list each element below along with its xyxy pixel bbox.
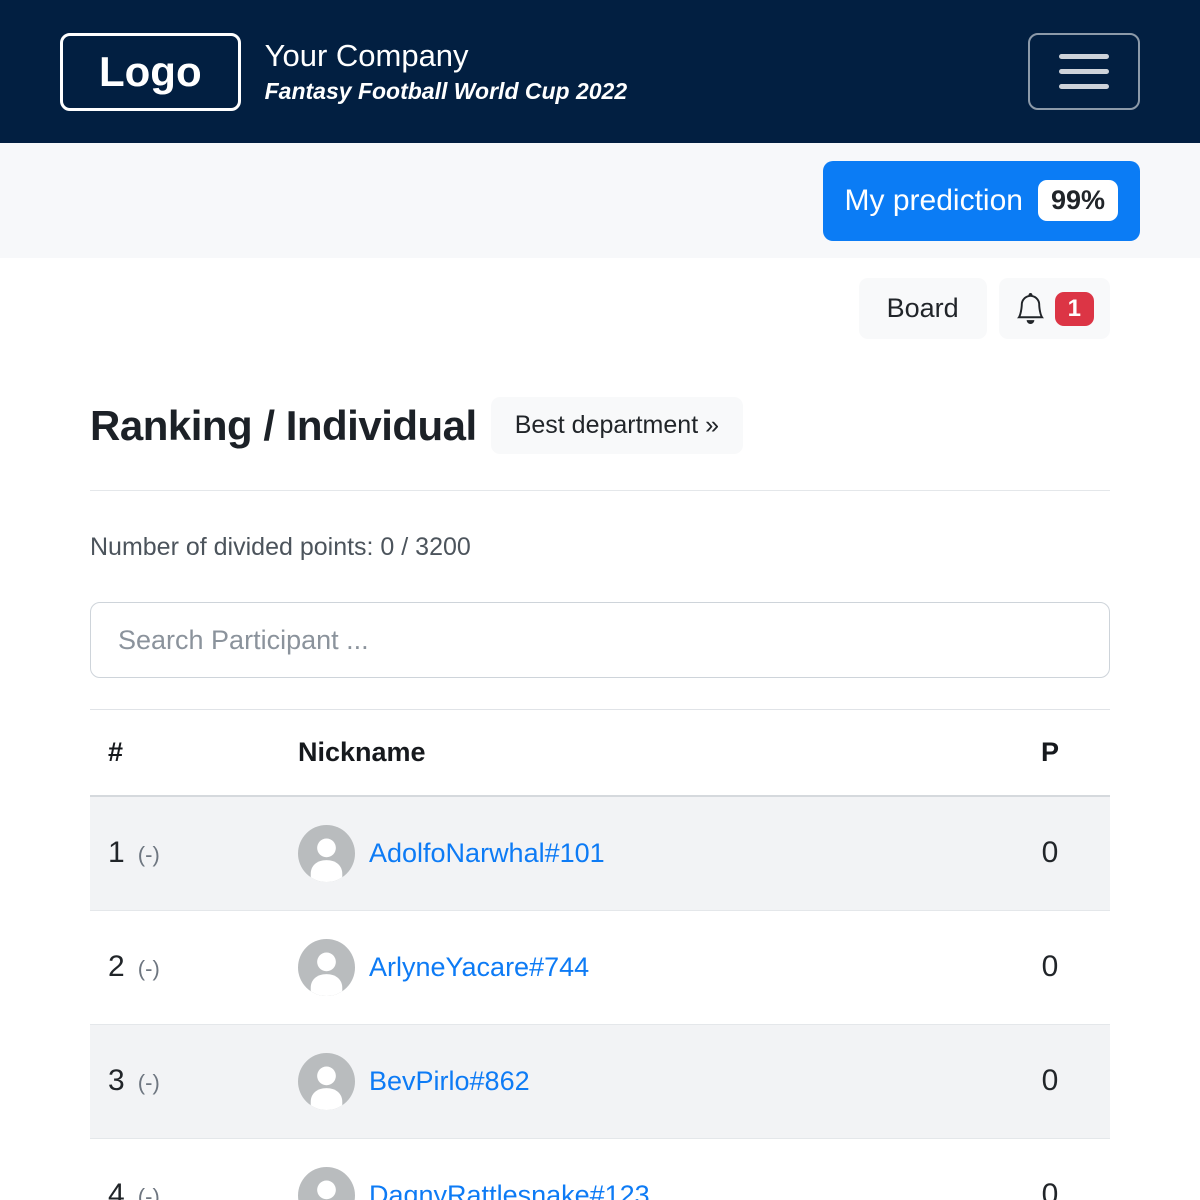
main-content: Board 1 Ranking / Individual Best depart… bbox=[0, 278, 1200, 1200]
app-subtitle: Fantasy Football World Cup 2022 bbox=[265, 79, 628, 104]
points-value: 0 bbox=[990, 910, 1110, 1024]
notification-count-badge: 1 bbox=[1055, 292, 1094, 326]
table-header-row: # Nickname P bbox=[90, 710, 1110, 797]
participant-link[interactable]: ArlyneYacare#744 bbox=[369, 952, 589, 983]
search-input[interactable] bbox=[90, 602, 1110, 678]
toolbar: Board 1 bbox=[90, 278, 1110, 339]
page-title: Ranking / Individual bbox=[90, 402, 477, 450]
subheader-strip: My prediction 99% bbox=[0, 143, 1200, 258]
points-column-header: P bbox=[990, 710, 1110, 797]
board-button[interactable]: Board bbox=[859, 278, 987, 339]
rank-trend: (-) bbox=[132, 956, 160, 981]
rank-column-header: # bbox=[90, 710, 290, 797]
points-value: 0 bbox=[990, 1024, 1110, 1138]
hamburger-icon bbox=[1059, 54, 1109, 59]
rank-number: 2 bbox=[108, 950, 125, 983]
brand-block: Your Company Fantasy Football World Cup … bbox=[265, 39, 628, 104]
company-logo: Logo bbox=[60, 33, 241, 111]
my-prediction-button[interactable]: My prediction 99% bbox=[823, 161, 1140, 241]
table-row: 3 (-) BevPirlo#862 0 bbox=[90, 1024, 1110, 1138]
rank-number: 3 bbox=[108, 1064, 125, 1097]
rank-number: 1 bbox=[108, 836, 125, 869]
bell-icon bbox=[1015, 293, 1046, 324]
best-department-button[interactable]: Best department » bbox=[491, 397, 743, 454]
table-row: 4 (-) DagnyRattlesnake#123 0 bbox=[90, 1138, 1110, 1200]
divider bbox=[90, 490, 1110, 491]
rank-trend: (-) bbox=[132, 1070, 160, 1095]
ranking-table: # Nickname P 1 (-) bbox=[90, 709, 1110, 1200]
avatar-icon bbox=[298, 1167, 355, 1200]
points-value: 0 bbox=[990, 796, 1110, 910]
title-row: Ranking / Individual Best department » bbox=[90, 397, 1110, 454]
participant-link[interactable]: DagnyRattlesnake#123 bbox=[369, 1180, 650, 1200]
nickname-column-header: Nickname bbox=[290, 710, 990, 797]
top-navbar: Logo Your Company Fantasy Football World… bbox=[0, 0, 1200, 143]
prediction-progress-badge: 99% bbox=[1038, 180, 1118, 221]
avatar-icon bbox=[298, 825, 355, 882]
points-summary: Number of divided points: 0 / 3200 bbox=[90, 533, 1110, 562]
participant-link[interactable]: AdolfoNarwhal#101 bbox=[369, 838, 605, 869]
company-name: Your Company bbox=[265, 39, 628, 73]
avatar-icon bbox=[298, 939, 355, 996]
rank-number: 4 bbox=[108, 1178, 125, 1200]
my-prediction-label: My prediction bbox=[845, 184, 1023, 218]
points-value: 0 bbox=[990, 1138, 1110, 1200]
table-row: 2 (-) ArlyneYacare#744 0 bbox=[90, 910, 1110, 1024]
notifications-button[interactable]: 1 bbox=[999, 278, 1110, 339]
rank-trend: (-) bbox=[132, 842, 160, 867]
avatar-icon bbox=[298, 1053, 355, 1110]
rank-trend: (-) bbox=[132, 1184, 160, 1200]
participant-link[interactable]: BevPirlo#862 bbox=[369, 1066, 530, 1097]
table-row: 1 (-) AdolfoNarwhal#101 0 bbox=[90, 796, 1110, 910]
hamburger-menu-button[interactable] bbox=[1028, 33, 1140, 110]
